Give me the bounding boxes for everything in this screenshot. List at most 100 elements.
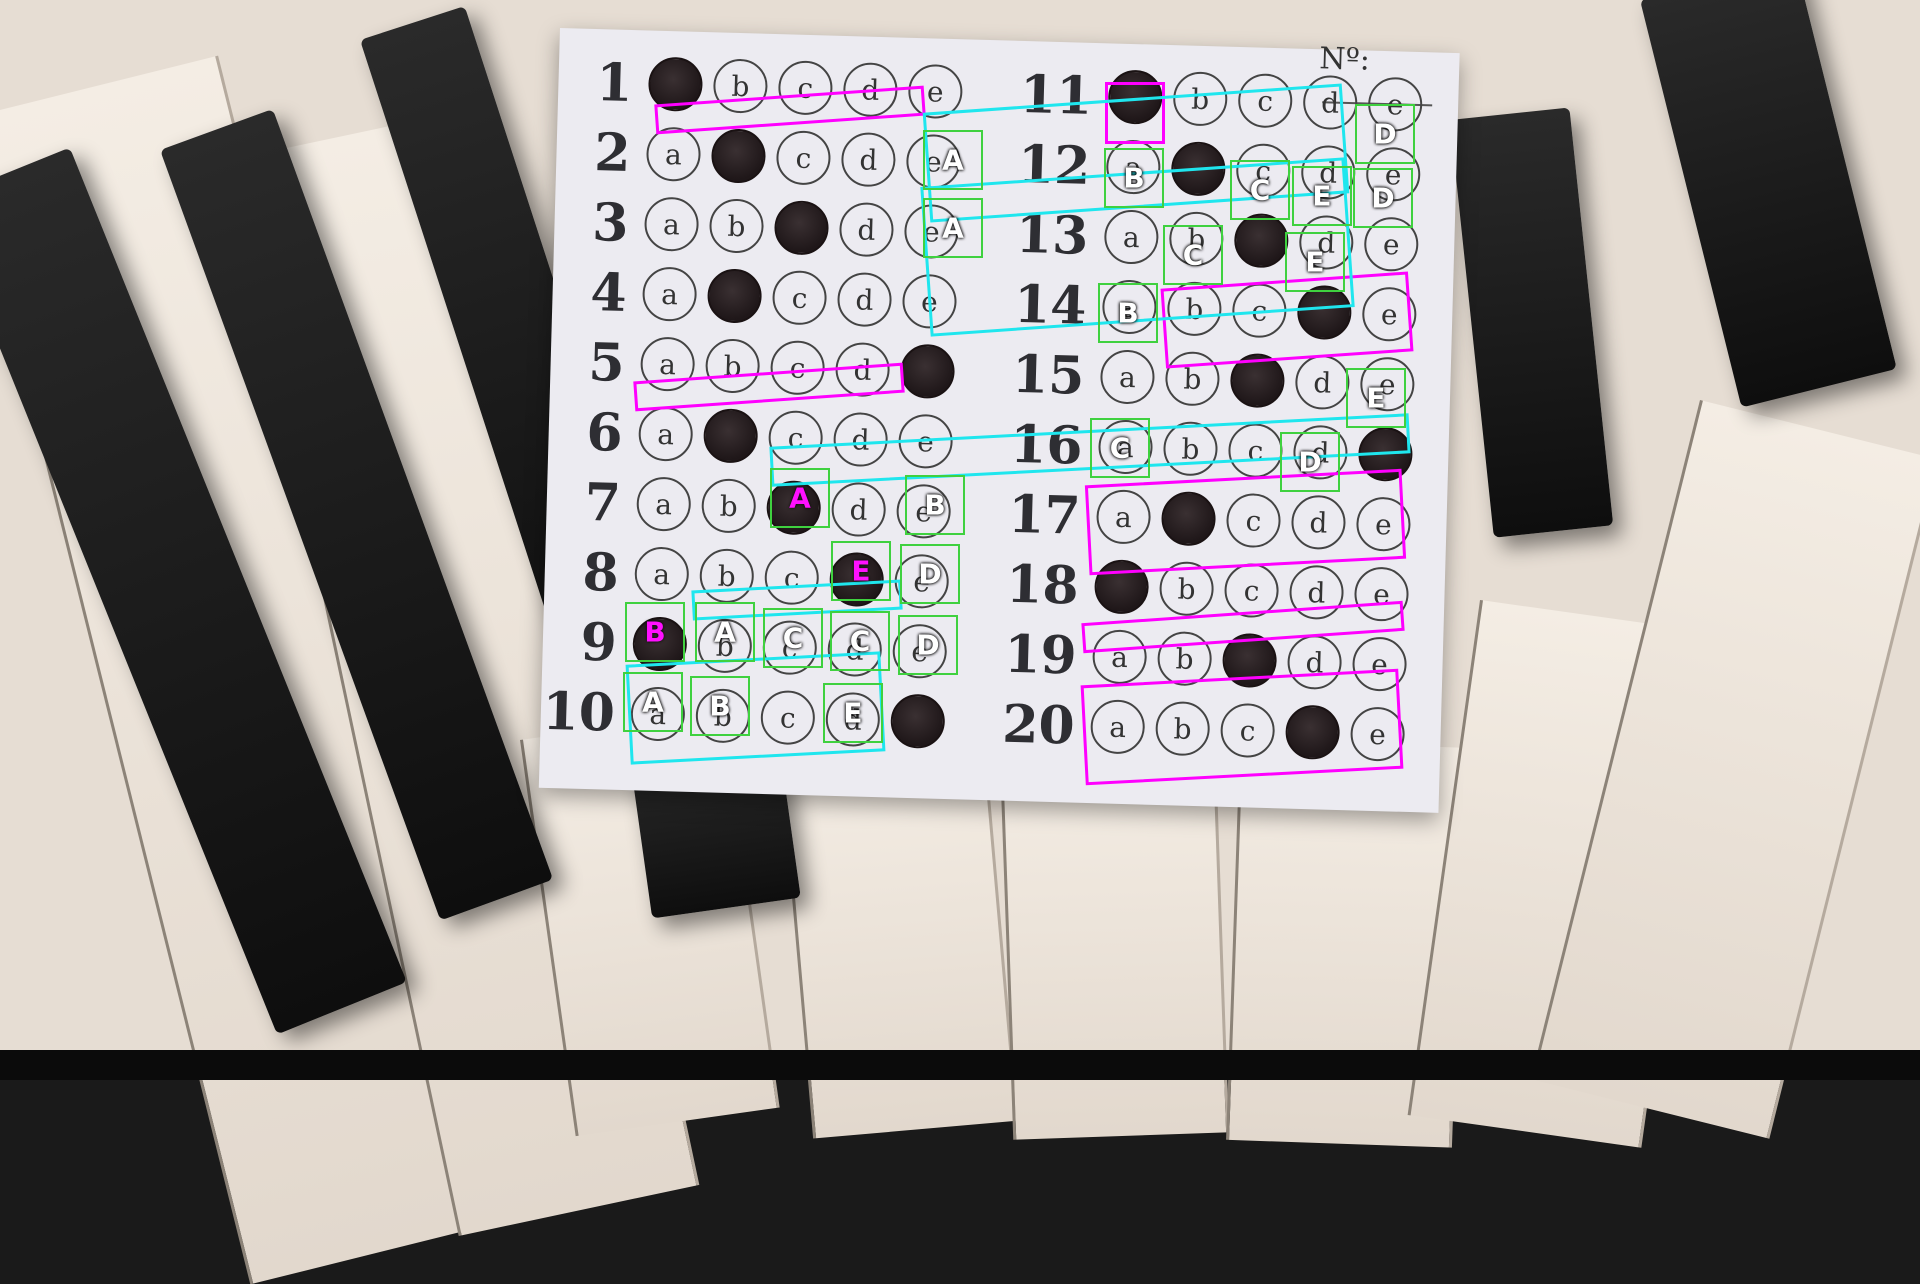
answer-bubble-c[interactable] bbox=[773, 200, 830, 256]
answer-bubble-d[interactable]: d bbox=[1302, 74, 1358, 131]
answer-bubble-c[interactable]: c bbox=[1231, 282, 1288, 339]
answer-bubble-a[interactable]: a bbox=[643, 196, 700, 252]
answer-bubble-e[interactable]: e bbox=[907, 63, 964, 120]
answer-bubble-b[interactable]: b bbox=[1168, 211, 1225, 267]
answer-bubble-e[interactable]: e bbox=[895, 483, 952, 540]
answer-bubble-c[interactable]: c bbox=[1227, 422, 1284, 479]
answer-bubble-b[interactable]: b bbox=[695, 688, 751, 744]
answer-bubble-b[interactable]: b bbox=[704, 338, 761, 394]
answer-bubble-c[interactable]: c bbox=[1235, 142, 1292, 199]
answer-bubble-c[interactable] bbox=[1233, 212, 1290, 269]
answer-bubble-c[interactable] bbox=[1229, 352, 1286, 409]
answer-bubble-d[interactable]: d bbox=[827, 621, 883, 678]
answer-bubble-b[interactable]: b bbox=[1154, 700, 1211, 757]
answer-bubble-d[interactable] bbox=[828, 551, 885, 608]
answer-bubble-a[interactable]: a bbox=[1097, 419, 1154, 475]
answer-bubble-c[interactable] bbox=[1221, 632, 1278, 689]
answer-bubble-a[interactable]: a bbox=[630, 686, 686, 742]
answer-bubble-d[interactable]: d bbox=[1300, 144, 1357, 201]
answer-bubble-e[interactable] bbox=[1357, 426, 1414, 482]
answer-bubble-a[interactable]: a bbox=[637, 406, 694, 462]
answer-bubble-b[interactable]: b bbox=[1162, 421, 1219, 477]
answer-bubble-b[interactable]: b bbox=[1156, 630, 1213, 687]
answer-bubble-c[interactable]: c bbox=[769, 340, 826, 396]
answer-bubble-d[interactable]: d bbox=[832, 411, 889, 468]
answer-bubble-e[interactable]: e bbox=[903, 203, 960, 260]
answer-bubble-d[interactable]: d bbox=[1298, 214, 1355, 271]
answer-bubble-a[interactable]: a bbox=[636, 476, 692, 532]
answer-bubble-b[interactable]: b bbox=[712, 58, 769, 114]
answer-bubble-a[interactable]: a bbox=[1089, 699, 1146, 755]
answer-bubble-e[interactable]: e bbox=[893, 553, 950, 610]
answer-bubble-a[interactable] bbox=[647, 56, 704, 112]
answer-bubble-b[interactable]: b bbox=[700, 478, 757, 534]
answer-bubble-a[interactable]: a bbox=[1105, 139, 1162, 195]
answer-bubble-a[interactable]: a bbox=[645, 126, 702, 182]
answer-bubble-d[interactable]: d bbox=[1292, 424, 1349, 481]
answer-bubble-a[interactable]: a bbox=[1103, 209, 1160, 265]
answer-bubble-b[interactable]: b bbox=[1166, 281, 1223, 337]
answer-bubble-b[interactable] bbox=[706, 268, 763, 324]
answer-bubble-e[interactable] bbox=[899, 343, 956, 400]
answer-bubble-b[interactable]: b bbox=[708, 198, 765, 254]
answer-bubble-a[interactable]: a bbox=[639, 336, 696, 392]
answer-bubble-c[interactable]: c bbox=[1237, 72, 1293, 129]
answer-bubble-a[interactable]: a bbox=[1101, 279, 1158, 335]
answer-bubble-a[interactable]: a bbox=[641, 266, 698, 322]
answer-bubble-b[interactable]: b bbox=[1172, 71, 1229, 127]
answer-bubble-b[interactable] bbox=[710, 128, 767, 184]
answer-bubble-d[interactable]: d bbox=[1288, 564, 1345, 621]
answer-bubble-c[interactable]: c bbox=[767, 409, 824, 466]
answer-bubble-e[interactable] bbox=[890, 693, 946, 750]
answer-bubble-d[interactable]: d bbox=[825, 691, 881, 748]
answer-bubble-c[interactable]: c bbox=[763, 549, 820, 606]
answer-bubble-c[interactable]: c bbox=[777, 60, 834, 116]
answer-bubble-d[interactable]: d bbox=[836, 271, 893, 328]
answer-bubble-b[interactable]: b bbox=[1164, 351, 1221, 407]
answer-bubble-e[interactable]: e bbox=[1353, 566, 1410, 622]
answer-bubble-d[interactable]: d bbox=[830, 481, 887, 538]
answer-bubble-c[interactable]: c bbox=[771, 270, 828, 326]
answer-bubble-c[interactable]: c bbox=[1219, 702, 1276, 759]
answer-bubble-e[interactable]: e bbox=[897, 413, 954, 470]
answer-bubble-a[interactable] bbox=[1093, 559, 1150, 615]
answer-bubble-d[interactable]: d bbox=[1290, 494, 1347, 551]
answer-bubble-a[interactable] bbox=[632, 616, 688, 672]
answer-bubble-c[interactable]: c bbox=[775, 130, 832, 186]
answer-bubble-e[interactable]: e bbox=[1365, 146, 1421, 203]
answer-bubble-c[interactable] bbox=[765, 479, 822, 536]
answer-bubble-e[interactable]: e bbox=[891, 623, 948, 680]
answer-bubble-e[interactable]: e bbox=[1359, 356, 1416, 412]
answer-bubble-a[interactable]: a bbox=[1095, 489, 1152, 545]
answer-bubble-e[interactable]: e bbox=[1361, 286, 1418, 343]
answer-bubble-e[interactable]: e bbox=[1367, 76, 1423, 133]
answer-bubble-d[interactable] bbox=[1284, 704, 1341, 761]
answer-bubble-b[interactable]: b bbox=[1158, 560, 1215, 617]
answer-bubble-e[interactable]: e bbox=[1363, 216, 1420, 273]
answer-bubble-c[interactable]: c bbox=[1225, 492, 1282, 549]
answer-bubble-e[interactable]: e bbox=[905, 133, 962, 190]
answer-bubble-a[interactable]: a bbox=[1099, 349, 1156, 405]
answer-bubble-c[interactable]: c bbox=[762, 619, 818, 676]
answer-bubble-a[interactable]: a bbox=[1091, 629, 1148, 685]
answer-bubble-d[interactable]: d bbox=[1294, 354, 1351, 411]
answer-bubble-e[interactable]: e bbox=[1351, 636, 1408, 692]
answer-bubble-d[interactable]: d bbox=[834, 341, 891, 398]
answer-bubble-b[interactable] bbox=[702, 408, 759, 464]
answer-bubble-b[interactable]: b bbox=[699, 548, 755, 604]
answer-bubble-d[interactable] bbox=[1296, 284, 1353, 341]
answer-bubble-c[interactable]: c bbox=[1223, 562, 1280, 619]
answer-bubble-d[interactable]: d bbox=[1286, 634, 1343, 691]
answer-bubble-d[interactable]: d bbox=[842, 61, 899, 118]
answer-bubble-d[interactable]: d bbox=[840, 131, 897, 188]
answer-bubble-e[interactable]: e bbox=[1349, 706, 1406, 762]
answer-bubble-e[interactable]: e bbox=[901, 273, 958, 330]
answer-bubble-a[interactable] bbox=[1107, 69, 1164, 125]
answer-bubble-c[interactable]: c bbox=[760, 689, 816, 746]
answer-bubble-d[interactable]: d bbox=[838, 201, 895, 258]
answer-bubble-a[interactable]: a bbox=[634, 546, 690, 602]
answer-bubble-e[interactable]: e bbox=[1355, 496, 1412, 552]
answer-bubble-b[interactable] bbox=[1160, 490, 1217, 547]
answer-bubble-b[interactable]: b bbox=[697, 618, 753, 674]
answer-bubble-b[interactable] bbox=[1170, 141, 1227, 197]
